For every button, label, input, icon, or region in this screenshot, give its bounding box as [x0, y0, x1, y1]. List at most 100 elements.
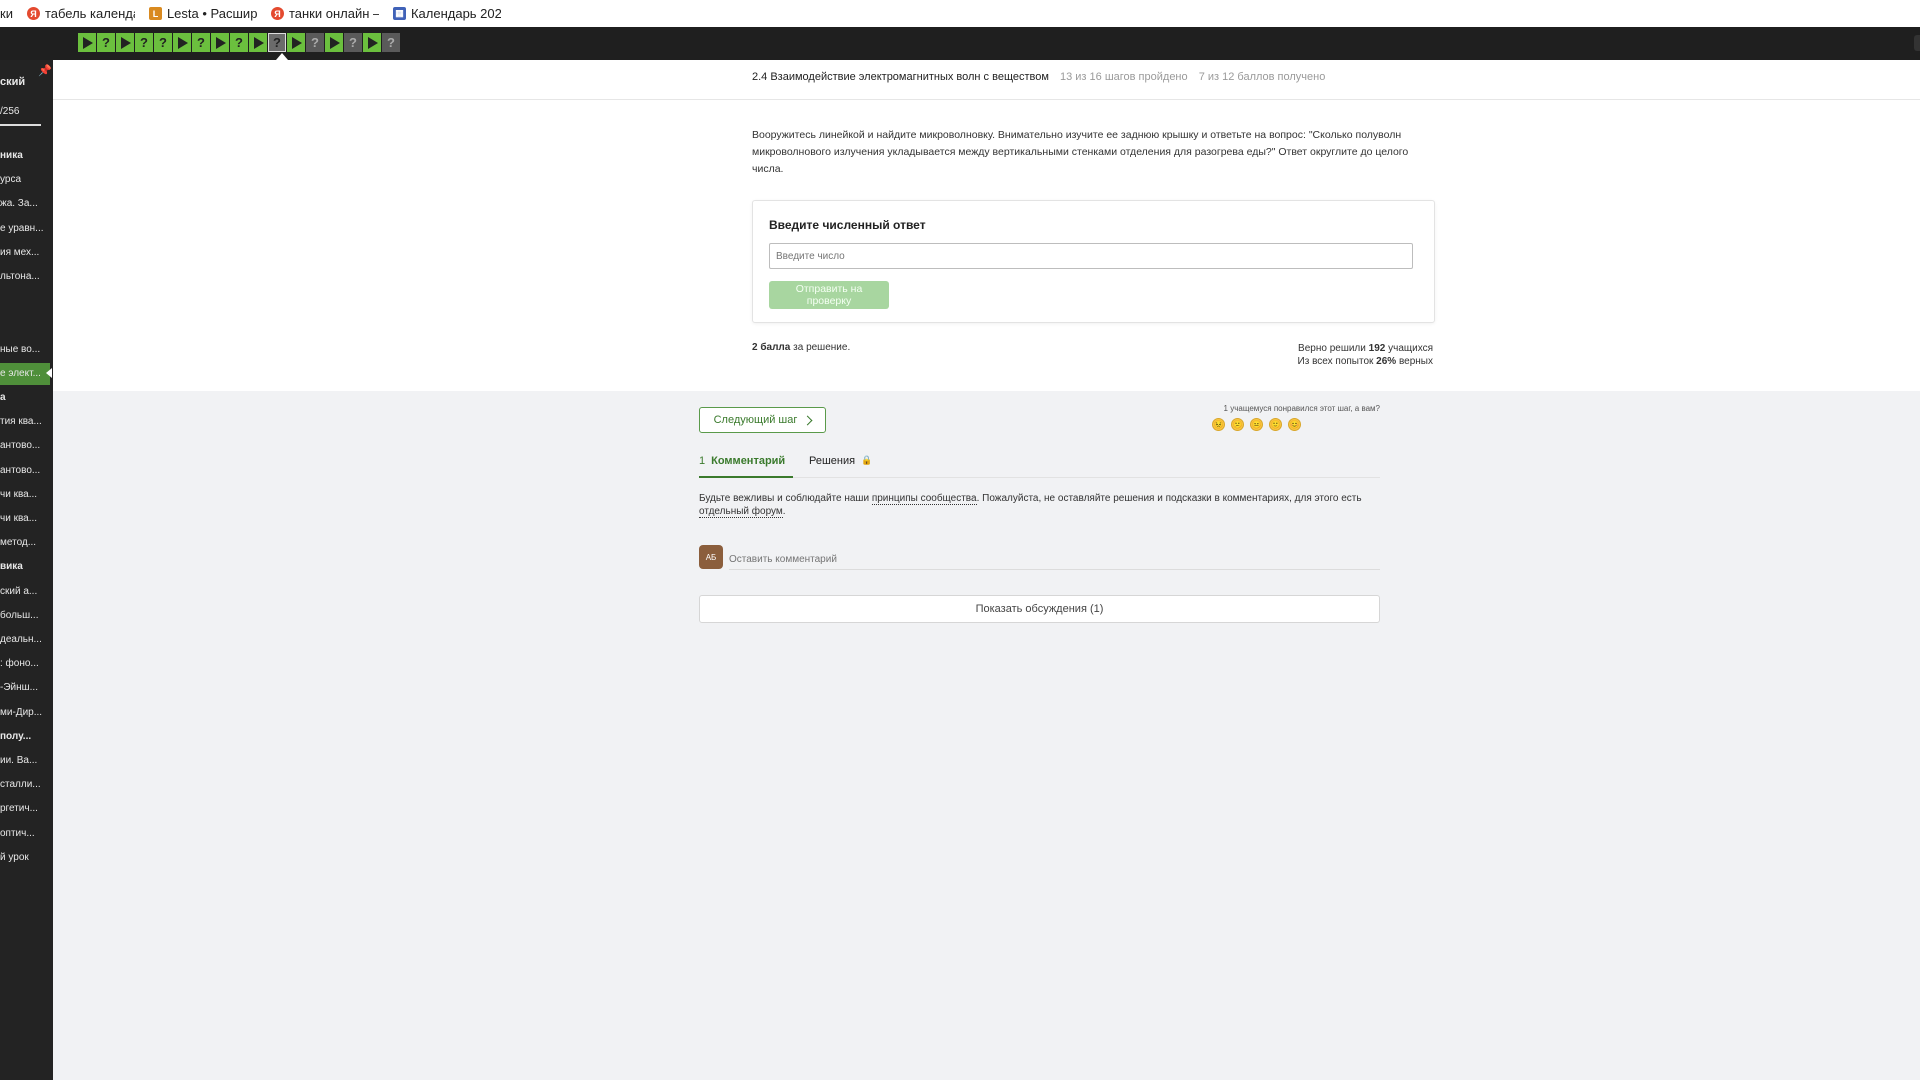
tab-solutions[interactable]: Решения 🔒: [809, 455, 872, 476]
rules-text-1: Будьте вежливы и соблюдайте наши: [699, 493, 872, 504]
sidebar-item-14[interactable]: антово...: [0, 465, 53, 476]
step-7-quiz[interactable]: ?: [192, 33, 210, 52]
sidebar-item-16[interactable]: чи ква...: [0, 513, 53, 524]
attempts-line: Из всех попыток 26% верных: [1237, 355, 1433, 368]
sidebar-item-17[interactable]: метод...: [0, 537, 53, 548]
sidebar-item-13[interactable]: антово...: [0, 440, 53, 451]
next-step-button[interactable]: Следующий шаг: [699, 407, 826, 433]
step-10-video[interactable]: [249, 33, 267, 52]
answer-title: Введите численный ответ: [769, 218, 926, 232]
step-content: 2.4 Взаимодействие электромагнитных волн…: [53, 60, 1920, 391]
sidebar-item-15[interactable]: чи ква...: [0, 489, 53, 500]
step-11-quiz[interactable]: ?: [268, 33, 286, 52]
step-6-video[interactable]: [173, 33, 191, 52]
play-icon: [178, 36, 188, 49]
show-discussions-button[interactable]: Показать обсуждения (1): [699, 595, 1380, 623]
tab-comments[interactable]: 1 Комментарий: [699, 455, 793, 478]
comment-input[interactable]: [729, 549, 1380, 570]
right-edge-handle[interactable]: [1914, 35, 1920, 51]
community-rules: Будьте вежливы и соблюдайте наши принцип…: [699, 492, 1380, 518]
bookmark-3[interactable]: Я танки онлайн — Я: [270, 6, 379, 21]
sidebar-item-2[interactable]: урса: [0, 174, 53, 185]
sidebar-item-6[interactable]: льтона...: [0, 271, 53, 282]
attempts-percent: 26%: [1376, 356, 1397, 367]
sidebar-item-19[interactable]: ский а...: [0, 586, 53, 597]
bookmark-4[interactable]: ▦ Календарь 2026 г: [392, 6, 501, 21]
sidebar-item-21[interactable]: деальн...: [0, 634, 53, 645]
sidebar-item-29[interactable]: оптич...: [0, 828, 53, 839]
avatar: АБ: [699, 545, 723, 569]
number-input[interactable]: [769, 243, 1413, 269]
sidebar-item-23[interactable]: -Эйнш...: [0, 682, 53, 693]
bookmark-1-label: табель календарь: [44, 6, 135, 21]
score-progress: 7 из 12 баллов получено: [1198, 71, 1326, 83]
sidebar-item-3[interactable]: жа. За...: [0, 198, 53, 209]
rules-text-2: . Пожалуйста, не оставляйте решения и по…: [976, 493, 1362, 504]
reaction-emoji-3-icon[interactable]: 😐: [1250, 418, 1263, 431]
submit-button[interactable]: Отправить на проверку: [769, 281, 889, 309]
lesson-title[interactable]: 2.4 Взаимодействие электромагнитных волн…: [752, 71, 1049, 83]
step-8-video[interactable]: [211, 33, 229, 52]
step-3-video[interactable]: [116, 33, 134, 52]
step-2-quiz[interactable]: ?: [97, 33, 115, 52]
sidebar-item-10[interactable]: е элект...: [0, 362, 50, 385]
sidebar-item-26[interactable]: ии. Ва...: [0, 755, 53, 766]
sidebar-item-30[interactable]: й урок: [0, 852, 53, 863]
lesta-icon: L: [148, 7, 162, 20]
step-16-video[interactable]: [363, 33, 381, 52]
step-5-quiz[interactable]: ?: [154, 33, 172, 52]
play-icon: [83, 36, 93, 49]
bookmark-2[interactable]: L Lesta • Расширение: [148, 6, 257, 21]
question-icon: ?: [387, 35, 395, 50]
question-icon: ?: [159, 35, 167, 50]
course-title: ский: [0, 76, 26, 88]
step-13-quiz[interactable]: ?: [306, 33, 324, 52]
step-4-quiz[interactable]: ?: [135, 33, 153, 52]
step-1-video[interactable]: [78, 33, 96, 52]
sidebar-item-22[interactable]: : фоно...: [0, 658, 53, 669]
active-item-pointer: [46, 367, 52, 378]
bookmark-3-label: танки онлайн — Я: [288, 6, 379, 21]
pin-icon[interactable]: 📌: [38, 64, 52, 77]
step-list: ?????????: [78, 33, 400, 52]
forum-link[interactable]: отдельный форум: [699, 506, 783, 518]
reaction-emoji-5-icon[interactable]: 😊: [1288, 418, 1301, 431]
sidebar-item-11[interactable]: а: [0, 392, 53, 403]
question-text: Вооружитесь линейкой и найдите микроволн…: [752, 129, 1409, 175]
sidebar-item-28[interactable]: ргетич...: [0, 803, 53, 814]
solved-count: 192: [1368, 343, 1386, 354]
course-progress-bar: [0, 124, 41, 126]
step-14-video[interactable]: [325, 33, 343, 52]
sidebar-item-4[interactable]: е уравн...: [0, 223, 53, 234]
play-icon: [368, 36, 378, 49]
course-sidebar: ский 📌 /256 ника урса жа. За... е уравн... и…: [0, 60, 53, 1080]
bookmark-0[interactable]: ки: [0, 6, 13, 21]
sidebar-item-18[interactable]: вика: [0, 561, 53, 572]
sidebar-item-25[interactable]: полу...: [0, 731, 53, 742]
sidebar-item-5[interactable]: ия мех...: [0, 247, 53, 258]
sidebar-item-9[interactable]: ные во...: [0, 344, 53, 355]
sidebar-item-27[interactable]: сталли...: [0, 779, 53, 790]
course-progress-text: /256: [0, 106, 20, 117]
sidebar-item-24[interactable]: ми-Дир...: [0, 707, 53, 718]
play-icon: [292, 36, 302, 49]
question-icon: ?: [349, 35, 357, 50]
sidebar-item-12[interactable]: тия ква...: [0, 416, 53, 427]
community-principles-link[interactable]: принципы сообщества: [871, 493, 977, 505]
sidebar-item-20[interactable]: больш...: [0, 610, 53, 621]
question-icon: ?: [311, 35, 319, 50]
answer-card: Введите численный ответ Отправить на про…: [752, 200, 1435, 323]
reaction-row: 😣 😕 😐 🙂 😊: [1212, 418, 1301, 431]
step-15-quiz[interactable]: ?: [344, 33, 362, 52]
bookmark-1[interactable]: Я табель календарь: [26, 6, 135, 21]
step-17-quiz[interactable]: ?: [382, 33, 400, 52]
bookmarks-bar: ки Я табель календарь L Lesta • Расширен…: [0, 0, 1920, 27]
step-12-video[interactable]: [287, 33, 305, 52]
reaction-emoji-1-icon[interactable]: 😣: [1212, 418, 1225, 431]
solved-prefix: Верно решили: [1298, 343, 1369, 354]
reaction-emoji-2-icon[interactable]: 😕: [1231, 418, 1244, 431]
reaction-emoji-4-icon[interactable]: 🙂: [1269, 418, 1282, 431]
step-9-quiz[interactable]: ?: [230, 33, 248, 52]
sidebar-item-1[interactable]: ника: [0, 150, 53, 161]
play-icon: [121, 36, 131, 49]
